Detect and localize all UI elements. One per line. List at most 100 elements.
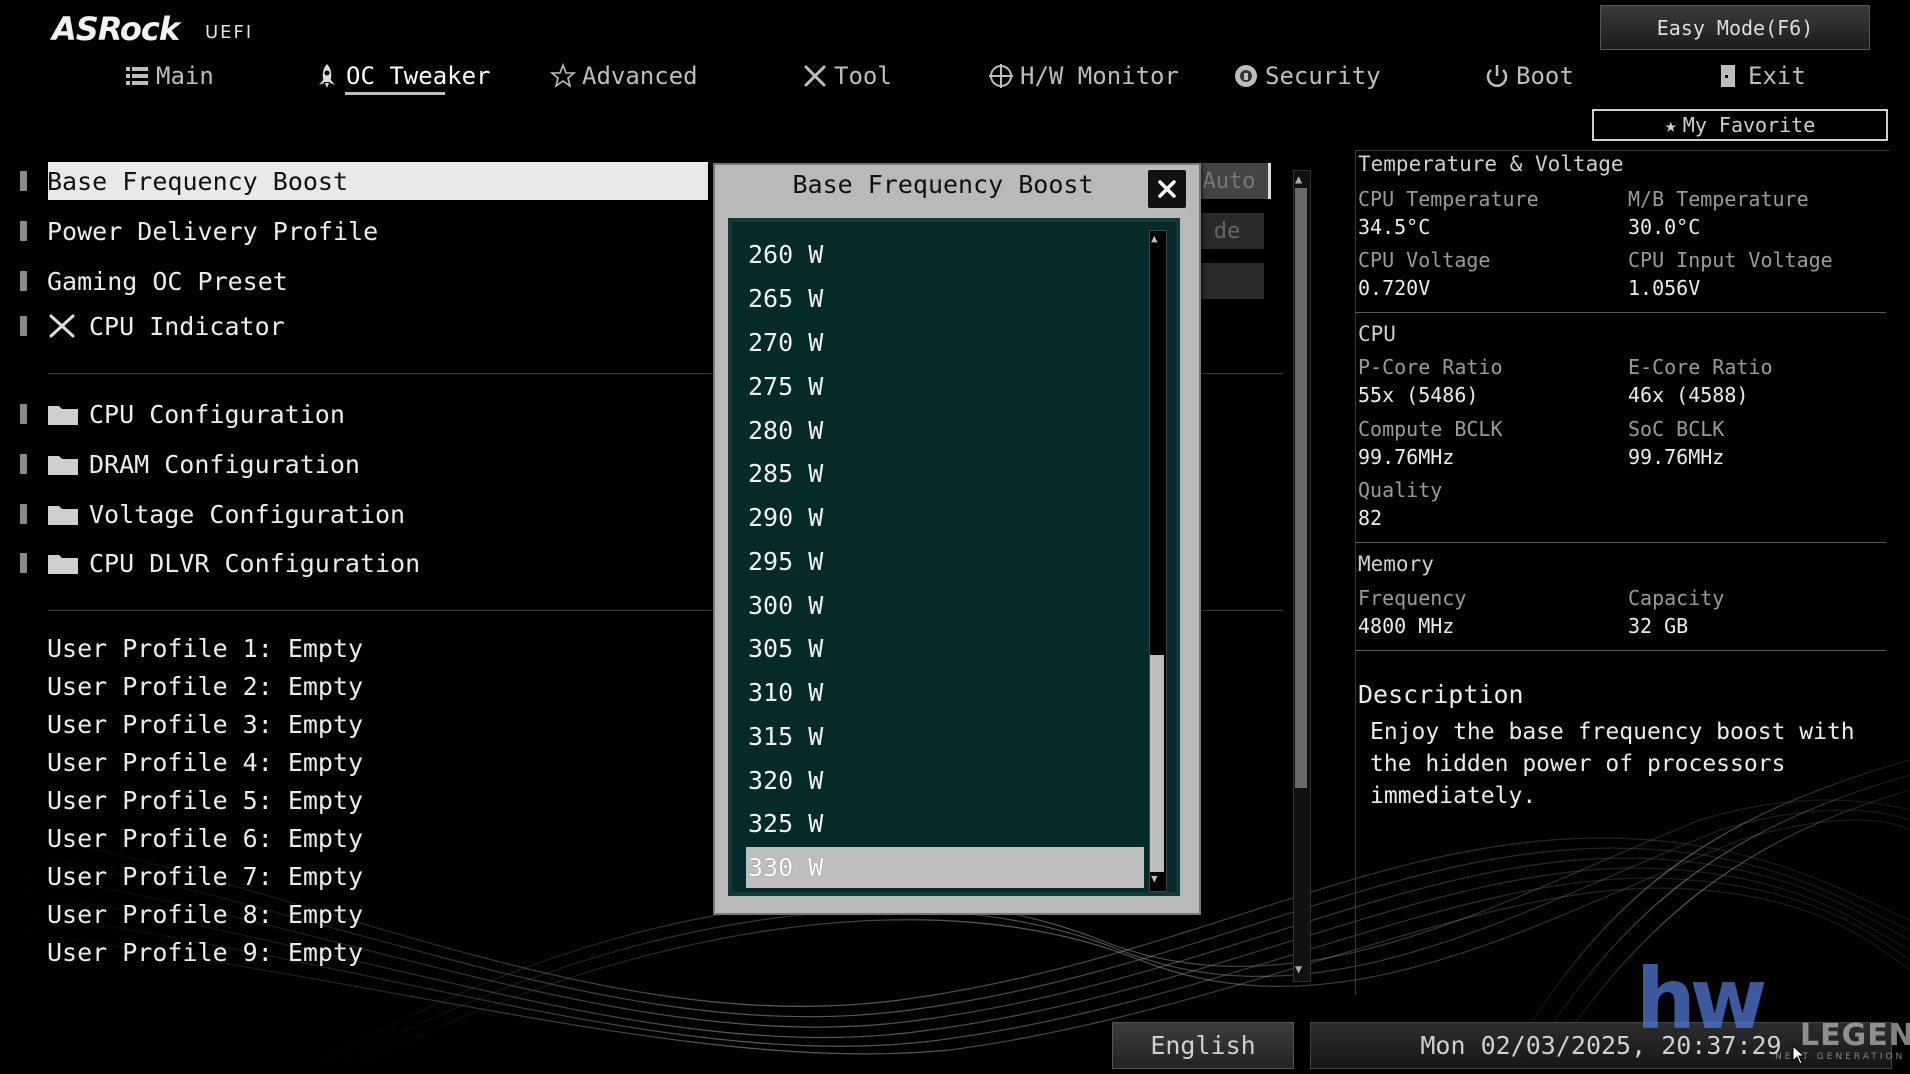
ecore-ratio-value: 46x (4588) [1628,383,1749,407]
tab-main-label: Main [156,62,214,90]
value-label: Auto [1202,168,1256,194]
cpu-voltage-value: 0.720V [1358,276,1431,300]
user-profile-9[interactable]: User Profile 9: Empty [47,938,363,967]
folder-icon [48,456,78,475]
user-profile-5[interactable]: User Profile 5: Empty [47,786,363,815]
watermark-name: LEGEND [1800,1018,1910,1053]
option-label: 325 W [748,808,824,838]
user-profile-2[interactable]: User Profile 2: Empty [47,672,363,701]
dialog-scroll-down-icon[interactable]: ▼ [1151,872,1158,885]
tab-main[interactable]: Main [124,58,214,94]
option-label: 290 W [748,502,824,532]
option-item[interactable]: 315 W [746,716,1144,756]
submenu-label: DRAM Configuration [89,449,360,479]
tab-advanced[interactable]: Advanced [550,58,698,94]
option-item[interactable]: 295 W [746,541,1144,581]
tab-boot[interactable]: Boot [1484,58,1574,94]
folder-icon [48,406,78,425]
option-item-selected[interactable]: 330 W [746,847,1144,888]
soc-bclk-label: SoC BCLK [1628,417,1725,441]
tab-security-label: Security [1265,62,1381,90]
option-item[interactable]: 285 W [746,453,1144,493]
tab-exit[interactable]: Exit [1716,58,1806,94]
option-item[interactable]: 300 W [746,585,1144,625]
option-item[interactable]: 290 W [746,497,1144,537]
option-item[interactable]: 265 W [746,278,1144,318]
memory-heading: Memory [1358,552,1434,576]
compute-bclk-value: 99.76MHz [1358,445,1455,469]
cpu-voltage-label: CPU Voltage [1358,248,1491,272]
user-profile-6[interactable]: User Profile 6: Empty [47,824,363,853]
tab-advanced-label: Advanced [582,62,698,90]
option-label: 265 W [748,283,824,313]
user-profile-8[interactable]: User Profile 8: Empty [47,900,363,929]
tab-oc-tweaker[interactable]: OC Tweaker [314,58,491,94]
mb-temp-value: 30.0°C [1628,215,1701,239]
scroll-up-icon[interactable]: ▲ [1295,172,1302,186]
submenu-label: CPU DLVR Configuration [89,548,421,578]
value-field-gaming-oc-preset[interactable] [1190,263,1264,299]
user-profile-3[interactable]: User Profile 3: Empty [47,710,363,739]
mb-temp-label: M/B Temperature [1628,187,1809,211]
option-label: 320 W [748,765,824,795]
option-label: 295 W [748,546,824,576]
folder-icon [48,506,78,525]
value-field-power-delivery-profile[interactable]: de [1190,213,1264,249]
user-profile-1[interactable]: User Profile 1: Empty [47,634,363,663]
cpu-temp-value: 34.5°C [1358,215,1431,239]
cpu-input-voltage-label: CPU Input Voltage [1628,248,1833,272]
quality-label: Quality [1358,478,1443,502]
description-line: the hidden power of processors [1370,751,1786,777]
memory-frequency-label: Frequency [1358,586,1467,610]
dialog-scrollbar-thumb[interactable] [1150,655,1164,872]
option-item[interactable]: 270 W [746,322,1144,362]
dialog-close-button[interactable] [1146,168,1188,210]
user-profile-7[interactable]: User Profile 7: Empty [47,862,363,891]
quality-value: 82 [1358,506,1383,530]
submenu-cpu-configuration[interactable]: CPU Configuration [20,394,345,434]
tab-boot-label: Boot [1516,62,1574,90]
user-profile-4[interactable]: User Profile 4: Empty [47,748,363,777]
option-item[interactable]: 305 W [746,628,1144,668]
option-label: 300 W [748,590,824,620]
rocket-icon [319,64,335,88]
pcore-ratio-value: 55x (5486) [1358,383,1479,407]
list-icon [126,67,148,85]
dialog-scroll-up-icon[interactable]: ▲ [1151,232,1158,245]
option-item[interactable]: 325 W [746,803,1144,843]
menu-item-base-frequency-boost[interactable]: Base Frequency Boost [20,161,348,201]
tab-oc-tweaker-label: OC Tweaker [346,62,491,90]
exit-icon [1721,65,1735,87]
submenu-dram-configuration[interactable]: DRAM Configuration [20,444,360,484]
menu-item-gaming-oc-preset[interactable]: Gaming OC Preset [20,261,288,301]
my-favorite-label: My Favorite [1682,113,1816,137]
option-label: 270 W [748,327,824,357]
my-favorite-button[interactable]: ★ My Favorite [1592,109,1888,141]
language-button[interactable]: English [1112,1022,1294,1069]
panel-divider [1355,312,1886,313]
tab-security[interactable]: Security [1233,58,1381,94]
menu-item-power-delivery-profile[interactable]: Power Delivery Profile [20,211,378,251]
submenu-cpu-dlvr-configuration[interactable]: CPU DLVR Configuration [20,543,420,583]
option-item[interactable]: 320 W [746,760,1144,800]
value-field-base-frequency-boost[interactable]: Auto [1190,163,1271,199]
option-item[interactable]: 260 W [746,234,1144,274]
easy-mode-button[interactable]: Easy Mode(F6) [1600,5,1870,50]
option-item[interactable]: 310 W [746,672,1144,712]
tools-icon [49,314,75,338]
option-item[interactable]: 280 W [746,410,1144,450]
memory-capacity-value: 32 GB [1628,614,1689,638]
bullet-icon [20,553,27,573]
option-item[interactable]: 275 W [746,366,1144,406]
menu-item-label: Gaming OC Preset [47,266,288,296]
folder-icon [48,555,78,574]
tab-tool[interactable]: Tool [802,58,892,94]
menu-item-cpu-indicator[interactable]: CPU Indicator [20,306,285,346]
memory-frequency-value: 4800 MHz [1358,614,1455,638]
option-label: 275 W [748,371,824,401]
active-tab-indicator [345,92,445,95]
tab-hw-monitor[interactable]: H/W Monitor [988,58,1179,94]
scroll-down-icon[interactable]: ▼ [1295,962,1302,976]
main-scrollbar-thumb[interactable] [1295,188,1307,788]
submenu-voltage-configuration[interactable]: Voltage Configuration [20,494,405,534]
